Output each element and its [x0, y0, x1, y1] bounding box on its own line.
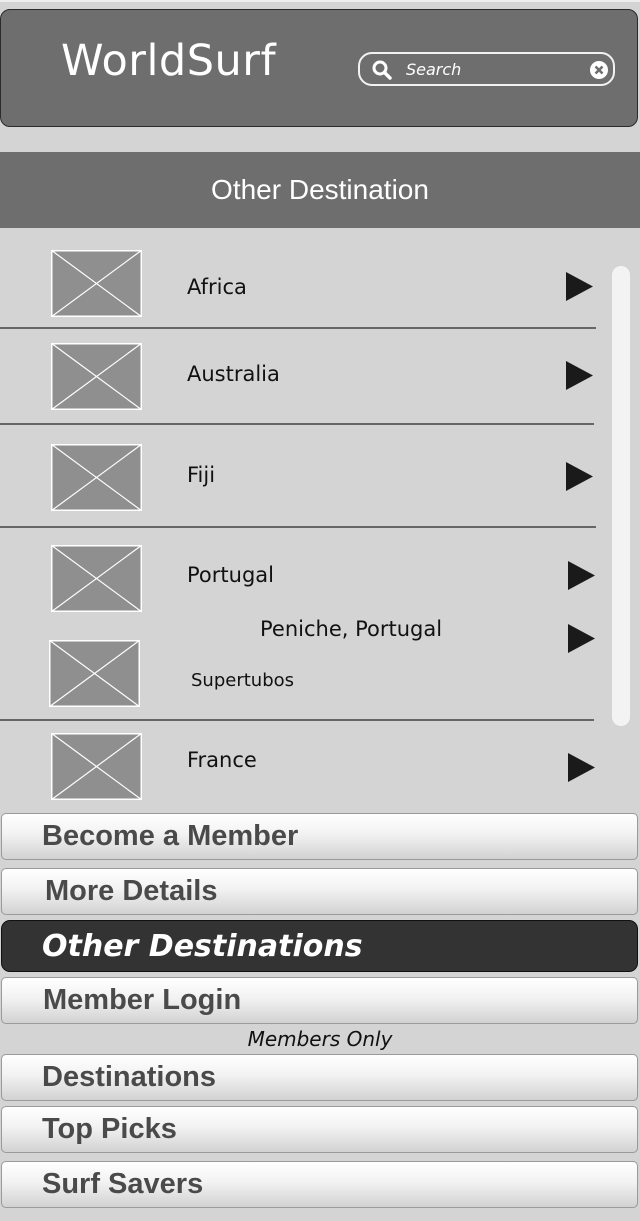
more-details-button[interactable]: More Details: [1, 868, 638, 915]
list-divider: [0, 423, 594, 425]
other-destinations-button[interactable]: Other Destinations: [1, 920, 638, 972]
top-edge-line: [0, 0, 640, 2]
image-placeholder-icon: [51, 545, 142, 612]
image-placeholder-icon: [51, 250, 142, 317]
list-subitem-label: Peniche, Portugal: [260, 617, 443, 641]
chevron-right-icon[interactable]: [568, 561, 595, 590]
list-subitem-label: Supertubos: [191, 670, 295, 691]
search-box[interactable]: [358, 52, 615, 86]
app-title[interactable]: WorldSurf: [61, 36, 276, 86]
search-input[interactable]: [406, 58, 576, 80]
list-divider: [0, 526, 596, 528]
list-divider: [0, 327, 596, 329]
surf-savers-button[interactable]: Surf Savers: [1, 1161, 638, 1208]
list-item-label: Fiji: [187, 463, 216, 487]
search-icon[interactable]: [372, 60, 392, 80]
become-member-button[interactable]: Become a Member: [1, 813, 638, 860]
chevron-right-icon[interactable]: [568, 753, 595, 782]
clear-search-icon[interactable]: [589, 60, 609, 80]
top-picks-button[interactable]: Top Picks: [1, 1106, 638, 1153]
image-placeholder-icon: [51, 343, 142, 410]
list-item-label: Africa: [187, 275, 247, 299]
image-placeholder-icon: [51, 444, 142, 511]
chevron-right-icon[interactable]: [566, 272, 593, 301]
member-login-button[interactable]: Member Login: [1, 977, 638, 1024]
image-placeholder-icon: [51, 733, 142, 800]
list-item-label: France: [187, 748, 257, 772]
chevron-right-icon[interactable]: [568, 624, 595, 653]
chevron-right-icon[interactable]: [566, 462, 593, 491]
app-header: WorldSurf: [0, 9, 638, 127]
list-divider: [0, 719, 594, 721]
destinations-button[interactable]: Destinations: [1, 1054, 638, 1101]
list-item-label: Portugal: [187, 563, 274, 587]
list-scrollbar[interactable]: [612, 266, 630, 726]
section-title: Other Destination: [0, 152, 640, 228]
chevron-right-icon[interactable]: [566, 361, 593, 390]
image-placeholder-icon: [49, 640, 140, 707]
list-item-label: Australia: [187, 362, 280, 386]
members-only-label: Members Only: [247, 1027, 393, 1051]
